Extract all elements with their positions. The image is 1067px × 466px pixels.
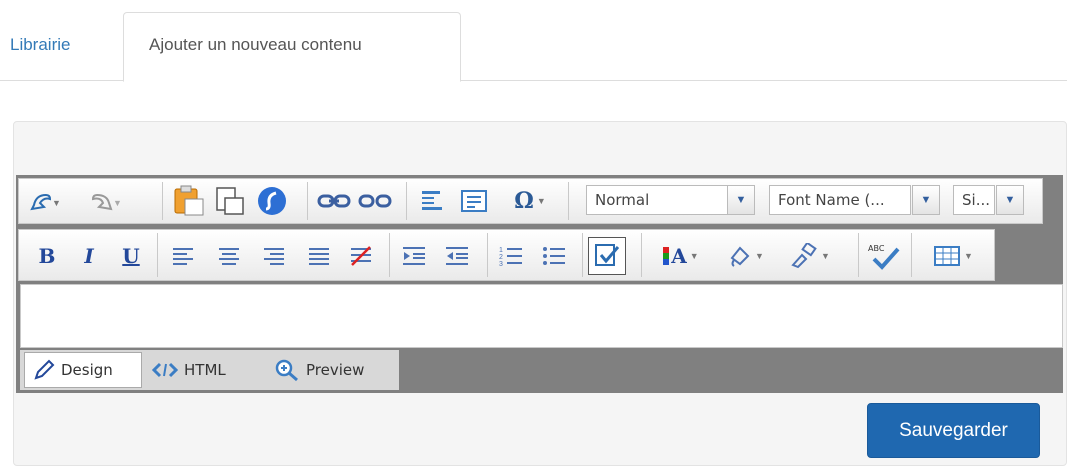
italic-icon[interactable]: I xyxy=(74,240,104,272)
tab-design-label: Design xyxy=(61,361,113,379)
toolbar-separator xyxy=(157,233,158,277)
toolbar-separator xyxy=(406,182,407,220)
form-check-icon[interactable] xyxy=(588,237,626,275)
toolbar-separator xyxy=(389,233,390,277)
chevron-down-icon[interactable]: ▼ xyxy=(727,185,755,215)
tab-add-new-label: Ajouter un nouveau contenu xyxy=(149,35,362,54)
template-icon[interactable] xyxy=(456,186,492,216)
paragraph-icon[interactable] xyxy=(414,186,450,216)
link-icon[interactable] xyxy=(316,186,352,216)
toolbar-separator xyxy=(307,182,308,220)
ordered-list-icon[interactable]: 123 xyxy=(494,240,528,272)
font-name-select[interactable]: Font Name (... xyxy=(769,185,911,215)
tab-preview-label: Preview xyxy=(306,361,365,379)
toolbar-separator xyxy=(568,182,569,220)
chevron-down-icon[interactable]: ▼ xyxy=(912,185,940,215)
svg-text:▼: ▼ xyxy=(52,198,60,208)
toolbar-separator xyxy=(487,233,488,277)
tab-add-new-content[interactable]: Ajouter un nouveau contenu xyxy=(123,12,461,82)
indent-icon[interactable] xyxy=(397,240,431,272)
justify-icon[interactable] xyxy=(302,240,336,272)
align-right-icon[interactable] xyxy=(257,240,291,272)
toolbar-separator xyxy=(162,182,163,220)
tab-design[interactable]: Design xyxy=(24,352,142,388)
unlink-icon[interactable] xyxy=(357,186,393,216)
strikethrough-icon[interactable] xyxy=(344,240,378,272)
tab-bar: Librairie Ajouter un nouveau contenu xyxy=(0,0,1067,82)
redo-icon[interactable]: ▼ xyxy=(88,186,122,216)
paste-icon[interactable] xyxy=(172,184,208,218)
underline-icon[interactable]: U xyxy=(116,240,146,272)
code-icon xyxy=(152,362,178,378)
table-icon[interactable]: ▼ xyxy=(922,240,984,272)
outdent-icon[interactable] xyxy=(440,240,474,272)
toolbar-separator xyxy=(582,233,583,277)
tab-preview[interactable]: Preview xyxy=(274,352,384,388)
special-char-icon[interactable]: Ω ▼ xyxy=(504,186,556,216)
align-center-icon[interactable] xyxy=(212,240,246,272)
highlight-icon[interactable]: ▼ xyxy=(718,240,774,272)
paste-text-icon[interactable] xyxy=(212,184,248,218)
svg-text:1: 1 xyxy=(499,247,503,254)
paragraph-format-select[interactable]: Normal xyxy=(586,185,728,215)
editor-content-area[interactable] xyxy=(20,284,1063,348)
spellcheck-label: ABC xyxy=(868,244,885,253)
format-painter-icon[interactable]: ▼ xyxy=(782,240,838,272)
unordered-list-icon[interactable] xyxy=(537,240,571,272)
toolbar-separator xyxy=(641,233,642,277)
tab-html-label: HTML xyxy=(184,361,226,379)
font-size-select[interactable]: Si... xyxy=(953,185,995,215)
pencil-icon xyxy=(33,359,55,381)
svg-text:▼: ▼ xyxy=(113,198,121,208)
zoom-icon xyxy=(274,358,300,382)
undo-icon[interactable]: ▼ xyxy=(28,186,62,216)
chevron-down-icon[interactable]: ▼ xyxy=(996,185,1024,215)
bold-icon[interactable]: B xyxy=(32,240,62,272)
svg-text:3: 3 xyxy=(499,261,503,268)
align-left-icon[interactable] xyxy=(166,240,200,272)
toolbar-separator xyxy=(858,233,859,277)
tab-html[interactable]: HTML xyxy=(152,352,252,388)
svg-text:2: 2 xyxy=(499,254,503,261)
spellcheck-icon[interactable]: ABC xyxy=(864,240,904,272)
toolbar-separator xyxy=(911,233,912,277)
font-color-icon[interactable]: A ▼ xyxy=(652,240,708,272)
tab-library[interactable]: Librairie xyxy=(10,35,70,55)
save-button[interactable]: Sauvegarder xyxy=(867,403,1040,458)
flash-icon[interactable] xyxy=(254,184,290,218)
